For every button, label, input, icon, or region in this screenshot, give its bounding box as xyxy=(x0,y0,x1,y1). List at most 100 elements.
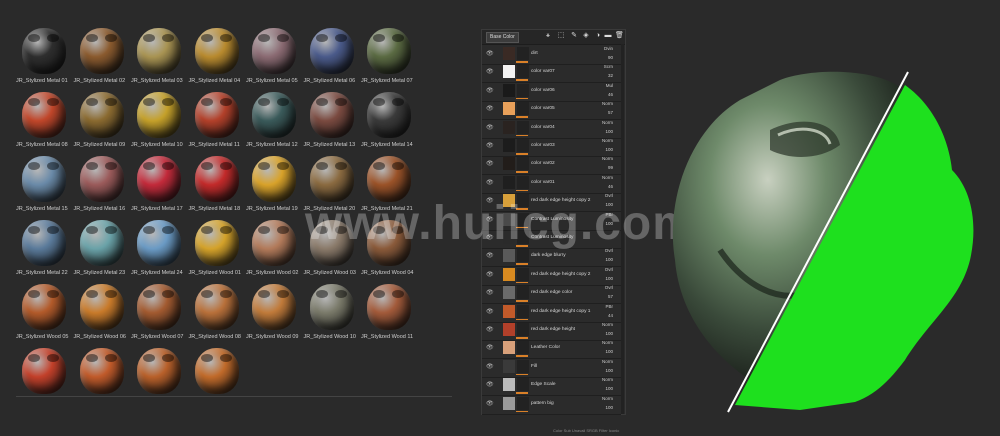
layer-opacity[interactable]: 32 xyxy=(608,73,613,78)
layer-row[interactable]: 👁 Leather Color Norm 100 xyxy=(482,339,621,360)
visibility-eye-icon[interactable]: 👁 xyxy=(486,105,494,112)
material-tile[interactable]: JR_Stylized Wood 08 xyxy=(189,282,245,346)
layer-effects-icon[interactable]: ◑ xyxy=(594,32,602,40)
layer-blend-mode[interactable]: Norm xyxy=(602,138,613,143)
layer-blend-mode[interactable]: Norm xyxy=(602,396,613,401)
material-tile[interactable]: JR_Stylized Wood 07 xyxy=(131,282,187,346)
material-tile[interactable]: JR_Stylized Metal 18 xyxy=(189,154,245,218)
material-tile[interactable]: JR_Stylized Metal 23 xyxy=(74,218,130,282)
layer-row[interactable]: 👁 red dark edge height Norm 100 xyxy=(482,321,621,341)
layer-blend-mode[interactable]: Norm xyxy=(602,359,613,364)
wand-icon[interactable]: ⚹ xyxy=(544,32,552,40)
layer-blend-mode[interactable]: Norm xyxy=(602,322,613,327)
material-tile[interactable]: JR_Stylized Metal 04 xyxy=(189,26,245,90)
visibility-eye-icon[interactable]: 👁 xyxy=(486,160,494,167)
visibility-eye-icon[interactable]: 👁 xyxy=(486,50,494,57)
layer-opacity[interactable]: 100 xyxy=(605,349,613,354)
layer-blend-mode[interactable]: Mul xyxy=(606,83,613,88)
layer-row[interactable]: 👁 color var07 Scrn 32 xyxy=(482,63,621,84)
material-tile[interactable]: JR_Stylized Wood 10 xyxy=(304,282,360,346)
material-tile[interactable] xyxy=(16,346,72,410)
layer-row[interactable]: 👁 color var04 Norm 100 xyxy=(482,119,621,139)
layer-opacity[interactable]: 100 xyxy=(605,257,613,262)
material-tile[interactable]: JR_Stylized Metal 08 xyxy=(16,90,72,154)
material-tile[interactable]: JR_Stylized Metal 12 xyxy=(246,90,302,154)
material-tile[interactable]: JR_Stylized Metal 06 xyxy=(304,26,360,90)
layer-row[interactable]: 👁 color var05 Norm 57 xyxy=(482,100,621,121)
layer-blend-mode[interactable]: Norm xyxy=(602,377,613,382)
layer-row[interactable]: 👁 Edge Scale Norm 100 xyxy=(482,376,621,397)
material-tile[interactable]: JR_Stylized Metal 07 xyxy=(361,26,417,90)
layer-blend-mode[interactable]: Norm xyxy=(602,175,613,180)
layer-opacity[interactable]: 100 xyxy=(605,331,613,336)
layer-opacity[interactable]: 100 xyxy=(605,405,613,410)
material-tile[interactable]: JR_Stylized Metal 15 xyxy=(16,154,72,218)
layer-opacity[interactable]: 100 xyxy=(605,147,613,152)
layer-opacity[interactable]: 46 xyxy=(608,92,613,97)
layer-blend-mode[interactable]: Dvin xyxy=(604,46,613,51)
visibility-eye-icon[interactable]: 👁 xyxy=(486,308,494,315)
material-tile[interactable]: JR_Stylized Wood 02 xyxy=(246,218,302,282)
material-tile[interactable]: JR_Stylized Metal 09 xyxy=(74,90,130,154)
layer-row[interactable]: 👁 Fill Norm 100 xyxy=(482,358,621,378)
layer-blend-mode[interactable]: Ovrl xyxy=(605,285,613,290)
visibility-eye-icon[interactable]: 👁 xyxy=(486,289,494,296)
folder-icon[interactable]: ▬ xyxy=(604,32,612,40)
material-tile[interactable]: JR_Stylized Metal 02 xyxy=(74,26,130,90)
material-tile[interactable]: JR_Stylized Metal 16 xyxy=(74,154,130,218)
layer-blend-mode[interactable]: Ovrl xyxy=(605,267,613,272)
visibility-eye-icon[interactable]: 👁 xyxy=(486,252,494,259)
material-tile[interactable]: JR_Stylized Metal 01 xyxy=(16,26,72,90)
material-tile[interactable]: JR_Stylized Metal 10 xyxy=(131,90,187,154)
material-tile[interactable]: JR_Stylized Wood 01 xyxy=(189,218,245,282)
material-tile[interactable]: JR_Stylized Wood 11 xyxy=(361,282,417,346)
brush-icon[interactable]: ✎ xyxy=(570,32,578,40)
layer-opacity[interactable]: 100 xyxy=(605,276,613,281)
visibility-eye-icon[interactable]: 👁 xyxy=(486,271,494,278)
material-tile[interactable]: JR_Stylized Metal 17 xyxy=(131,154,187,218)
visibility-eye-icon[interactable]: 👁 xyxy=(486,68,494,75)
material-tile[interactable]: JR_Stylized Metal 03 xyxy=(131,26,187,90)
material-tile[interactable]: JR_Stylized Metal 22 xyxy=(16,218,72,282)
material-tile[interactable] xyxy=(131,346,187,410)
layer-blend-mode[interactable]: Norm xyxy=(602,120,613,125)
layer-row[interactable]: 👁 red dark edge color Ovrl 57 xyxy=(482,284,621,305)
visibility-eye-icon[interactable]: 👁 xyxy=(486,326,494,333)
layer-opacity[interactable]: 100 xyxy=(605,129,613,134)
layer-opacity[interactable]: 46 xyxy=(608,184,613,189)
material-tile[interactable] xyxy=(189,346,245,410)
material-tile[interactable]: JR_Stylized Metal 14 xyxy=(361,90,417,154)
layer-row[interactable]: 👁 color var03 Norm 100 xyxy=(482,137,621,157)
layer-opacity[interactable]: 57 xyxy=(608,294,613,299)
material-tile[interactable]: JR_Stylized Wood 09 xyxy=(246,282,302,346)
visibility-eye-icon[interactable]: 👁 xyxy=(486,344,494,351)
layer-opacity[interactable]: 90 xyxy=(608,55,613,60)
visibility-eye-icon[interactable]: 👁 xyxy=(486,87,494,94)
material-tile[interactable] xyxy=(74,346,130,410)
material-tile[interactable]: JR_Stylized Wood 06 xyxy=(74,282,130,346)
layer-blend-mode[interactable]: Norm xyxy=(602,156,613,161)
layer-opacity[interactable]: 57 xyxy=(608,110,613,115)
layer-blend-mode[interactable]: Norm xyxy=(602,101,613,106)
layer-row[interactable]: 👁 red dark edge height copy 2 Ovrl 100 xyxy=(482,266,621,286)
visibility-eye-icon[interactable]: 👁 xyxy=(486,142,494,149)
layer-row[interactable]: 👁 color var02 Norm 99 xyxy=(482,155,621,176)
layer-blend-mode[interactable]: Scrn xyxy=(604,64,613,69)
visibility-eye-icon[interactable]: 👁 xyxy=(486,179,494,186)
layer-opacity[interactable]: 100 xyxy=(605,386,613,391)
layer-row[interactable]: 👁 pattern big Norm 100 xyxy=(482,395,621,415)
layer-row[interactable]: 👁 color var06 Mul 46 xyxy=(482,82,621,102)
material-tile[interactable]: JR_Stylized Metal 19 xyxy=(246,154,302,218)
material-tile[interactable]: JR_Stylized Metal 13 xyxy=(304,90,360,154)
trash-icon[interactable]: 🗑 xyxy=(615,32,624,40)
visibility-eye-icon[interactable]: 👁 xyxy=(486,400,494,407)
layer-row[interactable]: 👁 dirt Dvin 90 xyxy=(482,45,621,65)
material-tile[interactable]: JR_Stylized Wood 05 xyxy=(16,282,72,346)
visibility-eye-icon[interactable]: 👁 xyxy=(486,124,494,131)
blend-mode-select[interactable]: Base Color xyxy=(486,32,519,43)
material-tile[interactable]: JR_Stylized Metal 05 xyxy=(246,26,302,90)
layer-row[interactable]: 👁 red dark edge height copy 1 PBr 44 xyxy=(482,303,621,323)
layer-row[interactable]: 👁 color var01 Norm 46 xyxy=(482,174,621,194)
layer-opacity[interactable]: 44 xyxy=(608,313,613,318)
layer-blend-mode[interactable]: PBr xyxy=(605,304,613,309)
